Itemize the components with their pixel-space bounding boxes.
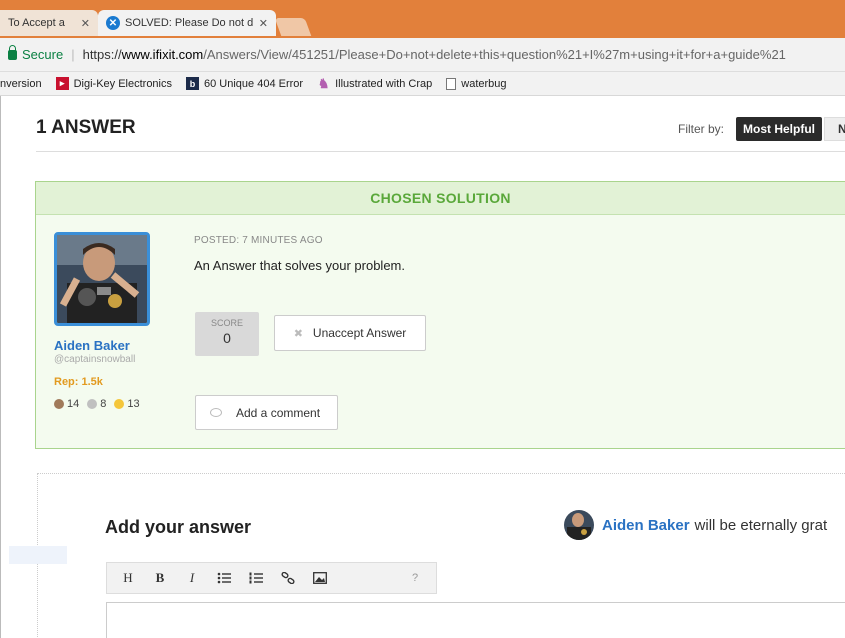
heading-button[interactable]: H	[117, 567, 139, 589]
tab-label: To Accept a	[8, 17, 65, 29]
add-comment-label: Add a comment	[236, 405, 321, 420]
silver-badge-icon	[87, 399, 98, 409]
numbered-list-icon[interactable]	[245, 567, 267, 589]
title-divider	[36, 151, 845, 152]
illustration-icon: ♞	[317, 75, 330, 91]
browser-tab-bar: To Accept a ✕ ✕ SOLVED: Please Do not d …	[0, 0, 845, 38]
gold-badge-count: 13	[127, 398, 140, 410]
add-comment-button[interactable]: Add a comment	[195, 395, 338, 430]
silver-badge-count: 8	[100, 398, 107, 410]
close-icon: ✖	[293, 327, 303, 340]
bookmark-label: 60 Unique 404 Error	[204, 77, 304, 90]
address-bar[interactable]: Secure | https://www.ifixit.com/Answers/…	[0, 38, 845, 72]
italic-button[interactable]: I	[181, 567, 203, 589]
avatar-photo	[564, 510, 594, 540]
add-answer-title: Add your answer	[105, 517, 252, 537]
bookmarks-bar: nversion ▸ Digi-Key Electronics b 60 Uni…	[0, 72, 845, 96]
answer-body: An Answer that solves your problem.	[194, 258, 405, 273]
bronze-badge-icon	[54, 399, 64, 409]
help-icon[interactable]: ?	[404, 567, 426, 589]
close-icon[interactable]: ✕	[259, 17, 268, 30]
document-icon	[446, 77, 457, 90]
bookmark-label: nversion	[0, 77, 42, 90]
badge-counts: 14 8 13	[54, 398, 140, 410]
tab-inactive[interactable]: To Accept a ✕	[0, 10, 98, 36]
filter-label: Filter by:	[678, 122, 725, 136]
bookmark-illustrated[interactable]: ♞ Illustrated with Crap	[317, 75, 433, 91]
tab-label: SOLVED: Please Do not d	[125, 17, 254, 29]
url-domain: www.ifixit.com	[121, 47, 204, 62]
ifixit-favicon-icon: ✕	[106, 16, 120, 30]
answer-author-name[interactable]: Aiden Baker	[54, 338, 130, 353]
filter-next-button[interactable]: N	[824, 117, 845, 141]
secure-indicator[interactable]: Secure	[8, 44, 64, 62]
grateful-note: Aiden Baker will be eternally grat	[564, 510, 827, 540]
chosen-solution-header: CHOSEN SOLUTION	[36, 182, 845, 215]
editor-toolbar: H B I ?	[106, 562, 437, 594]
answer-editor[interactable]	[106, 602, 845, 638]
image-icon[interactable]	[309, 567, 331, 589]
url-text[interactable]: https://www.ifixit.com/Answers/View/4512…	[83, 47, 786, 62]
answer-author-handle: @captainsnowball	[54, 354, 136, 365]
grateful-text: will be eternally grat	[694, 516, 828, 534]
filter-most-helpful-button[interactable]: Most Helpful	[736, 117, 822, 141]
tab-active[interactable]: ✕ SOLVED: Please Do not d ✕	[98, 10, 276, 36]
unaccept-label: Unaccept Answer	[312, 326, 407, 340]
bold-button[interactable]: B	[149, 567, 171, 589]
link-icon[interactable]	[277, 567, 299, 589]
bookmark-label: waterbug	[461, 77, 507, 90]
bookmark-conversion[interactable]: nversion	[0, 78, 42, 90]
lock-icon	[8, 44, 17, 60]
grateful-user-name[interactable]: Aiden Baker	[602, 517, 690, 534]
unaccept-answer-button[interactable]: ✖ Unaccept Answer	[274, 315, 426, 351]
avatar[interactable]	[564, 510, 594, 540]
answers-count-title: 1 ANSWER	[36, 117, 136, 138]
comment-bubble-icon	[210, 408, 222, 417]
url-scheme: https://	[82, 47, 122, 62]
score-box: SCORE 0	[195, 312, 259, 356]
url-path: /Answers/View/451251/Please+Do+not+delet…	[203, 47, 786, 62]
new-tab-button[interactable]	[274, 18, 312, 36]
bookmark-waterbug[interactable]: waterbug	[446, 77, 507, 90]
secure-label: Secure	[22, 47, 64, 62]
bullet-list-icon[interactable]	[213, 567, 235, 589]
bookmark-404[interactable]: b 60 Unique 404 Error	[186, 77, 303, 90]
score-value: 0	[223, 330, 231, 346]
address-separator: |	[71, 47, 75, 62]
posted-time: POSTED: 7 MINUTES AGO	[194, 235, 323, 246]
close-icon[interactable]: ✕	[81, 17, 90, 30]
score-label: SCORE	[210, 318, 243, 328]
digikey-icon: ▸	[55, 77, 69, 90]
gold-badge-icon	[114, 399, 125, 409]
bookmark-digikey[interactable]: ▸ Digi-Key Electronics	[55, 77, 172, 90]
behance-icon: b	[186, 77, 199, 90]
bronze-badge-count: 14	[67, 398, 80, 410]
reputation: Rep: 1.5k	[54, 376, 103, 388]
bookmark-label: Digi-Key Electronics	[73, 77, 172, 90]
sidebar-highlight	[9, 546, 67, 564]
chosen-solution-panel: CHOSEN SOLUTION Aiden Baker @captainsnow…	[35, 181, 845, 449]
bookmark-label: Illustrated with Crap	[335, 77, 433, 90]
avatar[interactable]	[54, 232, 150, 326]
avatar-photo	[57, 235, 147, 323]
